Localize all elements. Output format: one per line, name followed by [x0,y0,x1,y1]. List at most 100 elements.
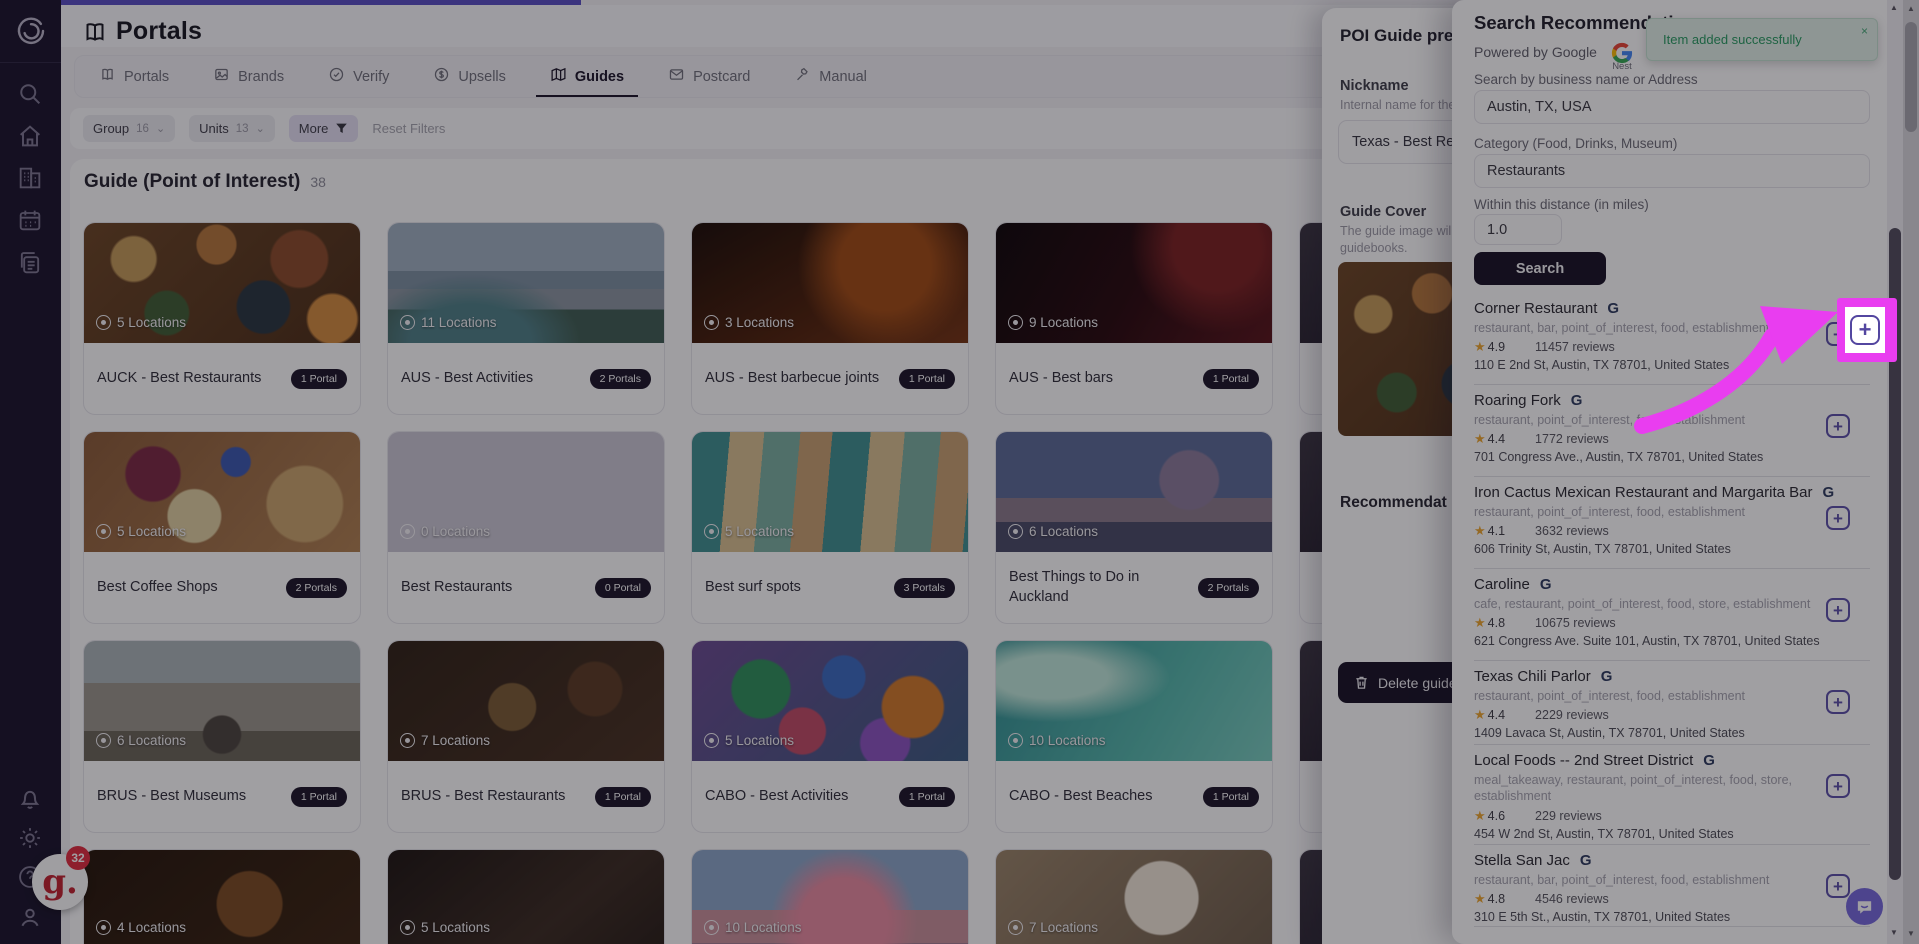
add-item-button[interactable]: + [1826,506,1850,530]
success-toast: Item added successfully × [1646,18,1878,61]
buildings-icon [16,179,44,196]
tab-upsells[interactable]: Upsells [433,56,506,97]
guide-card[interactable]: 6 Locations Best Things to Do in Aucklan… [995,431,1273,624]
toast-close-icon[interactable]: × [1861,24,1868,38]
pin-icon [96,315,111,330]
guide-card[interactable]: 3 Locations AUS - Best barbecue joints 1… [691,222,969,415]
add-item-button[interactable]: + [1826,598,1850,622]
group-filter[interactable]: Group 16 ⌄ [83,115,175,142]
guide-cover-help-text: guidebooks. [1340,241,1407,255]
add-item-button-highlighted[interactable]: + [1850,315,1880,345]
guide-card[interactable]: 7 Locations [995,849,1273,944]
guide-card-image: 9 Locations [996,223,1272,343]
sidebar-item-gear[interactable] [16,824,46,854]
chevron-down-icon: ⌄ [256,122,265,135]
result-name: Local Foods -- 2nd Street District G [1474,752,1874,769]
guide-card[interactable]: 4 Locations [83,849,361,944]
more-filters-label: More [299,121,329,136]
tab-postcard[interactable]: Postcard [668,56,750,97]
guide-card[interactable]: 11 Locations AUS - Best Activities 2 Por… [387,222,665,415]
tab-verify[interactable]: Verify [328,56,389,97]
google-g-icon: G [1607,300,1619,317]
units-filter[interactable]: Units 13 ⌄ [189,115,275,142]
result-tags: cafe, restaurant, point_of_interest, foo… [1474,596,1856,612]
gear-icon [16,839,44,856]
guide-card[interactable]: 6 Locations BRUS - Best Museums 1 Portal [83,640,361,833]
units-filter-count: 13 [236,123,249,135]
poi-panel-title: POI Guide pref [1340,26,1459,46]
page-scrollbar-thumb[interactable] [1905,22,1917,132]
sidebar-item-home[interactable] [16,122,46,152]
sidebar-item-user[interactable] [16,903,46,933]
guide-card[interactable]: 5 Locations CABO - Best Activities 1 Por… [691,640,969,833]
sidebar-item-search[interactable] [16,80,46,110]
calendar-icon [16,221,44,238]
google-g-icon: G [1580,852,1592,869]
sidebar-item-bell[interactable] [16,784,46,814]
guide-card[interactable]: 5 Locations AUCK - Best Restaurants 1 Po… [83,222,361,415]
guide-card-image: 5 Locations [692,641,968,761]
tab-guides[interactable]: Guides [550,56,624,97]
locations-badge: 0 Locations [400,524,490,539]
bell-icon [16,799,44,816]
result-reviews: 4546 reviews [1535,892,1609,906]
pin-icon [1008,524,1023,539]
scroll-down-icon[interactable]: ▼ [1907,929,1915,938]
portals-badge: 1 Portal [291,787,347,807]
tab-manual[interactable]: Manual [794,56,867,97]
result-divider [1474,476,1870,477]
tab-label: Upsells [458,69,506,85]
guide-card-image: 5 Locations [388,850,664,944]
search-button[interactable]: Search [1474,252,1606,285]
guide-card[interactable]: 10 Locations [691,849,969,944]
guide-card[interactable]: 7 Locations BRUS - Best Restaurants 1 Po… [387,640,665,833]
guide-card[interactable]: 5 Locations [387,849,665,944]
tab-brands[interactable]: Brands [213,56,284,97]
scroll-up-icon[interactable]: ▲ [1907,4,1915,13]
recommendations-label: Recommendat [1340,494,1447,512]
guide-card[interactable]: 0 Locations Best Restaurants 0 Portal [387,431,665,624]
search-result-row: Roaring Fork G restaurant, point_of_inte… [1474,392,1874,464]
guide-card-image: 6 Locations [84,641,360,761]
business-search-input[interactable]: Austin, TX, USA [1474,90,1870,124]
locations-badge: 7 Locations [400,733,490,748]
result-reviews: 3632 reviews [1535,524,1609,538]
app-logo-icon[interactable] [14,14,48,48]
pin-icon [96,920,111,935]
result-reviews: 11457 reviews [1535,340,1615,354]
guide-card[interactable]: 5 Locations Best Coffee Shops 2 Portals [83,431,361,624]
guide-card[interactable]: 5 Locations Best surf spots 3 Portals [691,431,969,624]
search-result-row: Caroline G cafe, restaurant, point_of_in… [1474,576,1874,648]
more-filters-button[interactable]: More [289,115,359,142]
chat-widget-button[interactable] [1846,888,1883,925]
result-name: Texas Chili Parlor G [1474,668,1874,685]
guide-card[interactable]: 9 Locations AUS - Best bars 1 Portal [995,222,1273,415]
guide-card-title: AUS - Best Activities [401,369,533,389]
tab-portals[interactable]: Portals [99,56,169,97]
sidebar-item-calendar[interactable] [16,206,46,236]
google-g-icon: G [1540,576,1552,593]
google-g-icon: G [1703,752,1715,769]
pin-icon [704,920,719,935]
sidebar-item-clipboard[interactable] [16,249,46,279]
distance-input[interactable]: 1.0 [1474,214,1562,245]
page-scrollbar[interactable]: ▲ ▼ [1903,0,1919,944]
locations-badge: 6 Locations [1008,524,1098,539]
add-item-button[interactable]: + [1826,690,1850,714]
reset-filters-button[interactable]: Reset Filters [372,121,445,136]
star-icon: ★ [1474,707,1486,723]
star-icon: ★ [1474,615,1486,631]
tab-label: Guides [575,69,624,85]
add-item-button[interactable]: + [1826,414,1850,438]
scroll-up-icon[interactable]: ▲ [1890,3,1898,12]
guide-card[interactable]: 10 Locations CABO - Best Beaches 1 Porta… [995,640,1273,833]
search-icon [16,95,44,112]
sidebar-item-buildings[interactable] [16,164,46,194]
guide-card-title: CABO - Best Activities [705,787,848,807]
scroll-down-icon[interactable]: ▼ [1890,928,1898,937]
add-item-button[interactable]: + [1826,774,1850,798]
guide-card-image: 5 Locations [84,432,360,552]
section-title: Guide (Point of Interest) [84,171,300,193]
add-item-button[interactable]: + [1826,874,1850,898]
category-input[interactable]: Restaurants [1474,154,1870,188]
